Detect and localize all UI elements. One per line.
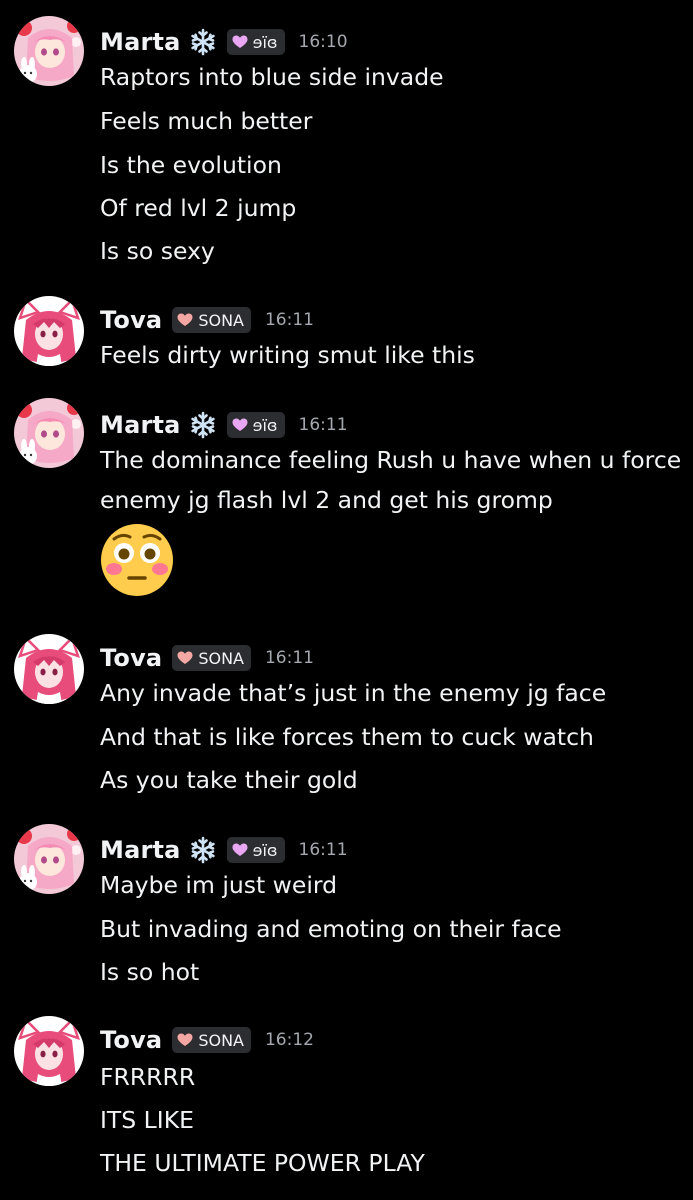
message-line: Raptors into blue side invade — [100, 63, 444, 91]
message-header: Tova SONA 16:12 — [100, 1022, 314, 1058]
guild-tag[interactable]: SONA — [172, 645, 251, 671]
avatar-marta[interactable] — [14, 824, 84, 894]
timestamp[interactable]: 16:12 — [265, 1030, 314, 1050]
message-line: Maybe im just weird — [100, 871, 338, 899]
guild-tag[interactable]: SONA — [172, 1027, 251, 1053]
author-name[interactable]: Marta — [100, 411, 181, 439]
avatar-tova[interactable] — [14, 1016, 84, 1086]
snowflake-icon — [189, 836, 217, 864]
author-name[interactable]: Tova — [100, 306, 162, 334]
guild-tag[interactable]: ɘïɞ — [226, 412, 285, 438]
avatar-tova[interactable] — [14, 634, 84, 704]
heart-icon — [177, 313, 193, 327]
message-line: Is the evolution — [100, 151, 282, 179]
guild-tag-label: SONA — [198, 648, 244, 668]
message-line: But invading and emoting on their face — [100, 915, 562, 943]
guild-tag[interactable]: ɘïɞ — [226, 837, 285, 863]
snowflake-icon — [189, 411, 217, 439]
guild-tag-label: ɘïɞ — [252, 32, 278, 52]
timestamp[interactable]: 16:11 — [299, 840, 348, 860]
message-header: Marta ɘïɞ 16:10 — [100, 24, 348, 60]
message-line: Is so sexy — [100, 237, 215, 265]
message-line: Feels much better — [100, 107, 313, 135]
heart-icon — [177, 651, 193, 665]
message-line: Any invade that’s just in the enemy jg f… — [100, 679, 607, 707]
message-header: Marta ɘïɞ 16:11 — [100, 832, 348, 868]
message-line: Feels dirty writing smut like this — [100, 341, 475, 369]
message-header: Tova SONA 16:11 — [100, 302, 314, 338]
message-line: And that is like forces them to cuck wat… — [100, 723, 594, 751]
heart-icon — [177, 1033, 193, 1047]
message-line: FRRRRR — [100, 1063, 196, 1091]
message-line: Is so hot — [100, 958, 200, 986]
guild-tag-label: SONA — [198, 1030, 244, 1050]
guild-tag-label: SONA — [198, 310, 244, 330]
message-header: Tova SONA 16:11 — [100, 640, 314, 676]
guild-tag[interactable]: SONA — [172, 307, 251, 333]
guild-tag-label: ɘïɞ — [252, 840, 278, 860]
message-line: Of red lvl 2 jump — [100, 194, 297, 222]
author-name[interactable]: Tova — [100, 1026, 162, 1054]
timestamp[interactable]: 16:11 — [265, 310, 314, 330]
guild-tag-label: ɘïɞ — [252, 415, 278, 435]
timestamp[interactable]: 16:11 — [299, 415, 348, 435]
timestamp[interactable]: 16:11 — [265, 648, 314, 668]
message-header: Marta ɘïɞ 16:11 — [100, 407, 348, 443]
message-line: The dominance feeling Rush u have when u… — [100, 446, 682, 474]
flushed-face-emoji[interactable] — [100, 523, 174, 597]
author-name[interactable]: Marta — [100, 836, 181, 864]
avatar-marta[interactable] — [14, 398, 84, 468]
message-line: As you take their gold — [100, 766, 358, 794]
heart-icon — [232, 35, 248, 49]
message-line: THE ULTIMATE POWER PLAY — [100, 1149, 425, 1177]
heart-icon — [232, 843, 248, 857]
heart-icon — [232, 418, 248, 432]
author-name[interactable]: Marta — [100, 28, 181, 56]
timestamp[interactable]: 16:10 — [299, 32, 348, 52]
message-line: enemy jg flash lvl 2 and get his gromp — [100, 486, 553, 514]
guild-tag[interactable]: ɘïɞ — [226, 29, 285, 55]
avatar-tova[interactable] — [14, 296, 84, 366]
message-line: ITS LIKE — [100, 1106, 194, 1134]
avatar-marta[interactable] — [14, 16, 84, 86]
snowflake-icon — [189, 28, 217, 56]
author-name[interactable]: Tova — [100, 644, 162, 672]
